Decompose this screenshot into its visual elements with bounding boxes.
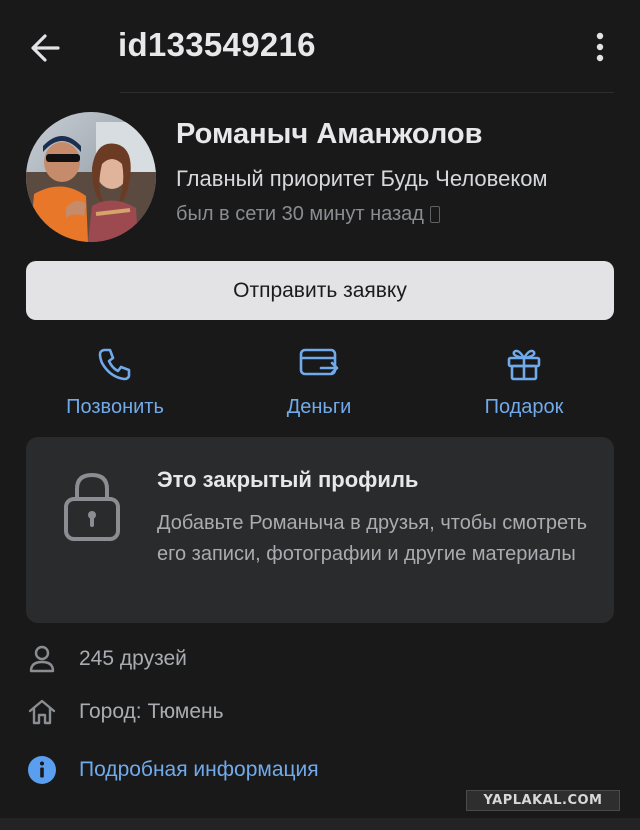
closed-profile-text: Добавьте Романыча в друзья, чтобы смотре…	[157, 512, 587, 565]
mobile-phone-icon	[429, 206, 440, 223]
friends-row[interactable]: 245 друзей	[26, 639, 187, 679]
online-status-text: был в сети 30 минут назад	[176, 203, 424, 225]
closed-profile-title: Это закрытый профиль	[157, 467, 419, 492]
gift-button[interactable]: Подарок	[434, 338, 614, 422]
more-vertical-icon	[596, 32, 604, 62]
call-label: Позвонить	[66, 396, 164, 418]
watermark: YAPLAKAL.COM	[466, 790, 620, 811]
home-icon	[28, 699, 56, 725]
city-text: Город: Тюмень	[79, 700, 224, 723]
top-bar: id133549216	[0, 0, 640, 92]
back-button[interactable]	[24, 26, 68, 70]
more-info-label: Подробная информация	[79, 758, 319, 781]
header-divider	[120, 92, 614, 93]
city-row: Город: Тюмень	[26, 692, 224, 732]
more-options-button[interactable]	[585, 26, 615, 70]
profile-status: Главный приоритет Будь Человеком	[176, 166, 548, 191]
online-status: был в сети 30 минут назад	[176, 203, 440, 226]
money-transfer-icon	[299, 348, 339, 376]
arrow-left-icon	[31, 34, 60, 62]
send-request-label: Отправить заявку	[233, 278, 407, 302]
call-button[interactable]: Позвонить	[25, 338, 205, 422]
money-label: Деньги	[286, 396, 352, 418]
profile-name: Романыч Аманжолов	[176, 118, 483, 150]
friends-count: 245 друзей	[79, 647, 187, 670]
info-icon	[28, 756, 56, 784]
page-title: id133549216	[118, 26, 316, 63]
bottom-edge	[0, 818, 640, 830]
lock-icon	[64, 472, 120, 541]
gift-icon	[507, 349, 541, 381]
avatar[interactable]	[26, 112, 156, 242]
closed-profile-card: Это закрытый профиль Добавьте Романыча в…	[26, 437, 614, 623]
more-info-link[interactable]: Подробная информация	[26, 750, 319, 790]
gift-label: Подарок	[484, 396, 564, 418]
user-icon	[29, 645, 55, 673]
money-button[interactable]: Деньги	[229, 338, 409, 422]
phone-call-icon	[98, 348, 131, 381]
send-request-button[interactable]: Отправить заявку	[26, 261, 614, 320]
